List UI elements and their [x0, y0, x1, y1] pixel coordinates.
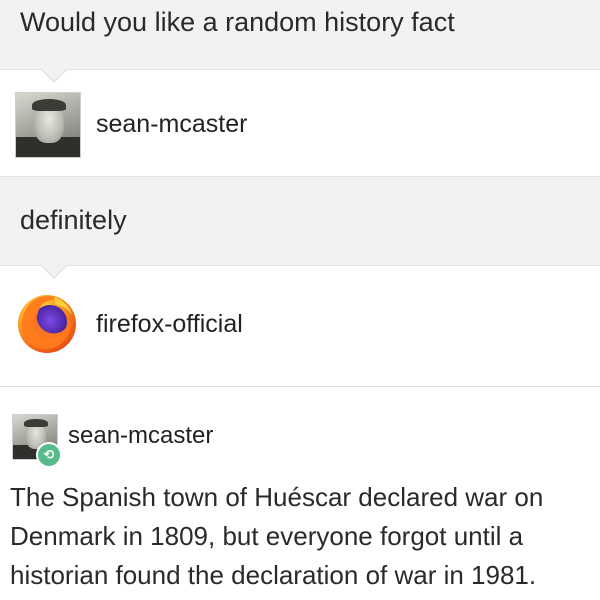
bubble-tail — [42, 69, 66, 81]
author-row-2[interactable]: firefox-official — [0, 285, 600, 365]
reblog-author-row[interactable]: ⟲ sean-mcaster — [0, 410, 600, 470]
tumblr-thread: Would you like a random history fact sea… — [0, 0, 600, 600]
message-text: definitely — [20, 205, 127, 235]
firefox-logo-icon[interactable] — [14, 289, 80, 355]
message-bubble-2: definitely — [0, 176, 600, 266]
post-body-line: historian found the declaration of war i… — [10, 560, 537, 590]
avatar[interactable] — [15, 92, 81, 158]
username[interactable]: firefox-official — [96, 310, 243, 339]
divider — [0, 386, 600, 387]
author-row-1[interactable]: sean-mcaster — [0, 90, 600, 160]
post-body-line: The Spanish town of Huéscar declared war… — [10, 482, 544, 512]
reblog-icon: ⟲ — [36, 442, 62, 468]
message-text: Would you like a random history fact — [20, 7, 455, 37]
post-body-line: Denmark in 1809, but everyone forgot unt… — [10, 521, 524, 551]
username[interactable]: sean-mcaster — [68, 422, 213, 450]
username[interactable]: sean-mcaster — [96, 110, 247, 139]
message-bubble-1: Would you like a random history fact — [0, 0, 600, 70]
post-body: The Spanish town of Huéscar declared war… — [10, 478, 600, 595]
bubble-tail — [42, 265, 66, 277]
